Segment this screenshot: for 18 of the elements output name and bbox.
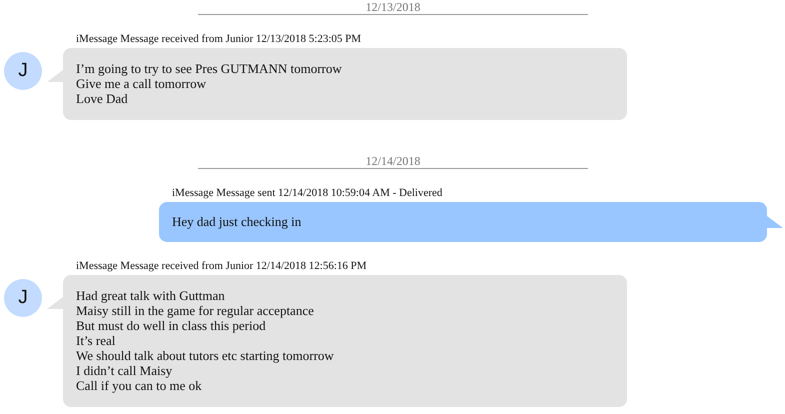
- message-text: I’m going to try to see Pres GUTMANN tomorrow: [76, 61, 342, 76]
- message-header: iMessage Message received from Junior 12/14/2018 12:56:16 PM: [76, 260, 367, 273]
- avatar: J: [4, 52, 42, 90]
- message-text: We should talk about tutors etc starting tomorrow: [76, 348, 334, 363]
- message-header: iMessage Message received from Junior 12/13/2018 5:23:05 PM: [76, 33, 362, 46]
- date-label: 12/14/2018: [366, 154, 420, 168]
- message-text: Give me a call tomorrow: [76, 76, 206, 91]
- message-text: Maisy still in the game for regular acceptance: [76, 303, 314, 318]
- avatar: J: [4, 279, 42, 317]
- message-text: Call if you can to me ok: [76, 378, 202, 393]
- message-text: It’s real: [76, 333, 116, 348]
- message-text: Had great talk with Guttman: [76, 288, 225, 303]
- date-label: 12/13/2018: [366, 0, 420, 14]
- message-header: iMessage Message sent 12/14/2018 10:59:04 AM - Delivered: [172, 187, 442, 200]
- message-text: Love Dad: [76, 91, 128, 106]
- message-text: But must do well in class this period: [76, 318, 266, 333]
- message-text: I didn’t call Maisy: [76, 363, 172, 378]
- message-text: Hey dad just checking in: [172, 214, 302, 229]
